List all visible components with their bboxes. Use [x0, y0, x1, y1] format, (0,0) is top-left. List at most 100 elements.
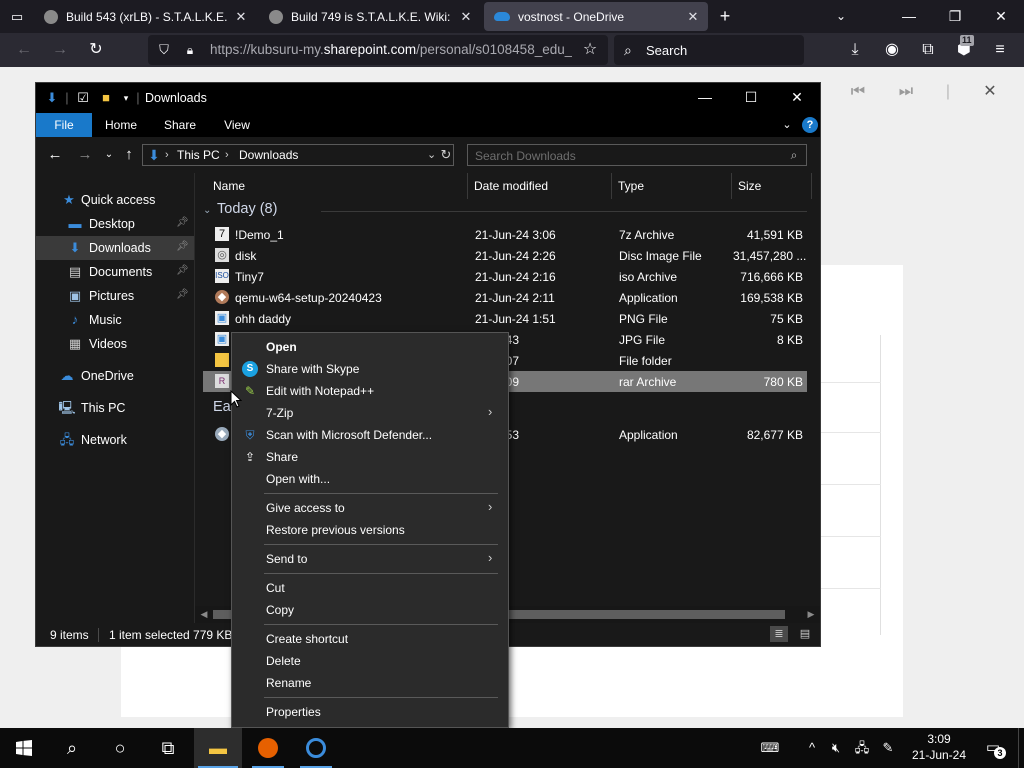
keyboard-icon[interactable]: ⌨	[758, 739, 782, 757]
first-page-icon[interactable]: ⏮	[846, 80, 870, 104]
menu-item-send-to[interactable]: Send to ›	[234, 548, 506, 570]
menu-item-share-with-skype[interactable]: S Share with Skype	[234, 358, 506, 380]
extensions-icon[interactable]: ⧉	[916, 38, 940, 62]
column-separator[interactable]	[611, 173, 612, 199]
maximize-icon[interactable]: ☐	[728, 83, 774, 113]
restore-icon[interactable]: ❐	[932, 0, 978, 33]
reload-icon[interactable]: ↻	[84, 38, 108, 62]
nav-item-network[interactable]: 🖧 Network	[36, 428, 194, 452]
file-row[interactable]: ISO Tiny7 21-Jun-24 2:16 iso Archive 716…	[203, 266, 807, 287]
large-icons-view-icon[interactable]: ▤	[796, 626, 814, 642]
menu-item-give-access-to[interactable]: Give access to ›	[234, 497, 506, 519]
menu-item-create-shortcut[interactable]: Create shortcut	[234, 628, 506, 650]
menu-item-open-with[interactable]: Open with...	[234, 468, 506, 490]
menu-item-delete[interactable]: Delete	[234, 650, 506, 672]
column-header-date-modified[interactable]: Date modified	[474, 173, 548, 199]
browser-search-bar[interactable]: ⌕ Search	[614, 35, 804, 65]
close-window-icon[interactable]: ✕	[978, 0, 1024, 33]
column-separator[interactable]	[467, 173, 468, 199]
search-downloads-input[interactable]: Search Downloads ⌕	[467, 144, 807, 166]
firefox-taskbar-icon[interactable]	[244, 728, 292, 768]
forward-icon[interactable]: →	[76, 146, 94, 164]
breadcrumb-downloads[interactable]: Downloads	[239, 148, 298, 162]
menu-hamburger-icon[interactable]: ≡	[988, 38, 1012, 62]
close-viewer-icon[interactable]: ✕	[978, 80, 1002, 104]
close-window-icon[interactable]: ✕	[774, 83, 820, 113]
address-dropdown-icon[interactable]: ⌄	[427, 147, 436, 163]
refresh-icon[interactable]: ↻	[438, 144, 454, 166]
tab-list-icon[interactable]: ▭	[6, 6, 28, 28]
close-tab-icon[interactable]: ✕	[234, 9, 248, 25]
new-folder-icon[interactable]: ■	[98, 90, 114, 106]
forward-icon[interactable]: →	[48, 38, 72, 62]
qemu-taskbar-icon[interactable]	[292, 728, 340, 768]
url-text[interactable]: https://kubsuru-my.sharepoint.com/person…	[210, 42, 572, 58]
file-row[interactable]: ◎ disk 21-Jun-24 2:26 Disc Image File 31…	[203, 245, 807, 266]
group-header-today[interactable]: Today (8)	[217, 201, 277, 217]
menu-item-scan-with-defender[interactable]: ⛨ Scan with Microsoft Defender...	[234, 424, 506, 446]
file-row[interactable]: ▣ ohh daddy 21-Jun-24 1:51 PNG File 75 K…	[203, 308, 807, 329]
column-header-size[interactable]: Size	[738, 173, 761, 199]
menu-item-open[interactable]: Open	[234, 336, 506, 358]
recent-locations-icon[interactable]: ⌄	[100, 146, 118, 164]
nav-item-this-pc[interactable]: 🖳 This PC	[36, 396, 194, 420]
pen-icon[interactable]: ✎	[878, 739, 898, 757]
properties-checkbox-icon[interactable]: ☑	[75, 90, 91, 106]
help-icon[interactable]: ?	[802, 117, 818, 133]
column-header-name[interactable]: Name	[213, 173, 245, 199]
lock-icon[interactable]: 🔒︎	[183, 41, 197, 59]
menu-item-edit-with-notepad-plus-plus[interactable]: ✎ Edit with Notepad++	[234, 380, 506, 402]
shield-icon[interactable]: ⛉	[156, 41, 172, 59]
menu-item-copy[interactable]: Copy	[234, 599, 506, 621]
back-icon[interactable]: ←	[12, 38, 36, 62]
menu-item-properties[interactable]: Properties	[234, 701, 506, 723]
back-icon[interactable]: ←	[46, 146, 64, 164]
tab-view[interactable]: View	[214, 113, 260, 137]
tab-file[interactable]: File	[36, 113, 92, 137]
nav-item-desktop[interactable]: ▬ Desktop 📌︎	[36, 212, 194, 236]
browser-tab-3[interactable]: vostnost - OneDrive ✕	[484, 2, 708, 31]
expand-ribbon-icon[interactable]: ⌄	[779, 117, 795, 133]
nav-item-music[interactable]: ♪ Music	[36, 308, 194, 332]
notification-center-icon[interactable]: ▭ 3	[982, 738, 1006, 759]
address-bar[interactable]: ⬇ › This PC › Downloads ⌄	[142, 144, 454, 166]
scroll-left-icon[interactable]: ◀	[198, 608, 210, 620]
cortana-icon[interactable]: ○	[96, 728, 144, 768]
scroll-right-icon[interactable]: ▶	[805, 608, 817, 620]
menu-item-cut[interactable]: Cut	[234, 577, 506, 599]
column-separator[interactable]	[811, 173, 812, 199]
show-hidden-icons-chevron[interactable]: ^	[805, 739, 819, 757]
nav-item-downloads[interactable]: ⬇ Downloads 📌︎	[36, 236, 194, 260]
details-view-icon[interactable]: ≣	[770, 626, 788, 642]
browser-tab-2[interactable]: Build 749 is S.T.A.L.K.E. Wiki: Zone ✕	[259, 2, 481, 31]
last-page-icon[interactable]: ⏭	[894, 80, 918, 104]
bookmark-star-icon[interactable]: ☆	[580, 40, 600, 60]
menu-item-rename[interactable]: Rename	[234, 672, 506, 694]
nav-item-pictures[interactable]: ▣ Pictures 📌︎	[36, 284, 194, 308]
close-tab-icon[interactable]: ✕	[459, 9, 473, 25]
nav-item-videos[interactable]: ▦ Videos	[36, 332, 194, 356]
file-row[interactable]: ◆ qemu-w64-setup-20240423 21-Jun-24 2:11…	[203, 287, 807, 308]
downloads-icon[interactable]: ⤓	[843, 38, 867, 62]
minimize-icon[interactable]: —	[886, 0, 932, 33]
menu-item-7-zip[interactable]: 7-Zip ›	[234, 402, 506, 424]
menu-item-restore-previous-versions[interactable]: Restore previous versions	[234, 519, 506, 541]
browser-tab-1[interactable]: Build 543 (xrLB) - S.T.A.L.K.E.R. Wiki ✕	[34, 2, 256, 31]
network-tray-icon[interactable]: 🖧	[852, 739, 872, 757]
file-explorer-taskbar-icon[interactable]: ▬	[194, 728, 242, 768]
collapse-group-icon[interactable]: ⌄	[203, 205, 211, 216]
nav-item-documents[interactable]: ▤ Documents 📌︎	[36, 260, 194, 284]
clock[interactable]: 3:09 21-Jun-24	[908, 731, 970, 763]
close-tab-icon[interactable]: ✕	[686, 9, 700, 25]
minimize-icon[interactable]: —	[682, 83, 728, 113]
task-view-icon[interactable]: ⧉	[144, 728, 192, 768]
account-icon[interactable]: ◉	[880, 38, 904, 62]
volume-muted-icon[interactable]: 🔇︎	[826, 739, 846, 757]
menu-item-share[interactable]: ⇪ Share	[234, 446, 506, 468]
file-row[interactable]: 7 !Demo_1 21-Jun-24 3:06 7z Archive 41,5…	[203, 224, 807, 245]
url-bar[interactable]: ⛉ 🔒︎ https://kubsuru-my.sharepoint.com/p…	[148, 35, 608, 65]
search-icon[interactable]: ⌕	[48, 728, 96, 768]
nav-item-onedrive[interactable]: ☁ OneDrive	[36, 364, 194, 388]
breadcrumb-separator[interactable]: ›	[165, 147, 169, 163]
breadcrumb-this-pc[interactable]: This PC	[177, 148, 220, 162]
